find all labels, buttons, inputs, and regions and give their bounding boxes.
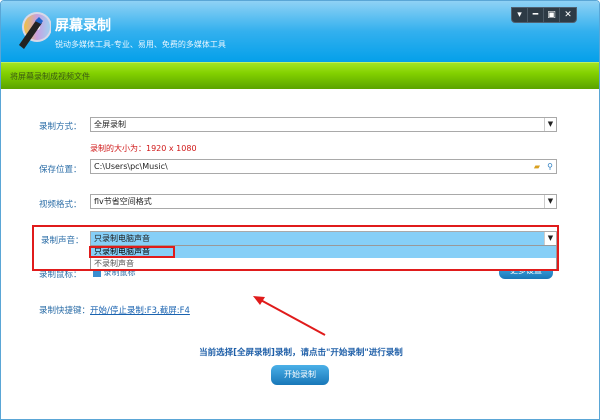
- header: 屏幕录制 锐动多媒体工具-专业、易用、免费的多媒体工具 ▾ ━ ▣ ✕: [1, 1, 599, 62]
- window-controls: ▾ ━ ▣ ✕: [511, 7, 577, 23]
- hotkey-label-text: 录制快捷键：: [39, 306, 91, 316]
- mode-select[interactable]: 全屏录制 ▼: [90, 117, 557, 132]
- format-label: 视频格式：: [39, 200, 82, 210]
- chevron-down-icon[interactable]: ▼: [544, 118, 556, 131]
- section-title: 将屏幕录制成视频文件: [10, 72, 90, 81]
- menu-icon[interactable]: ▾: [512, 8, 528, 22]
- start-record-button[interactable]: 开始录制: [271, 365, 329, 385]
- app-window: 屏幕录制 锐动多媒体工具-专业、易用、免费的多媒体工具 ▾ ━ ▣ ✕ 将屏幕录…: [0, 0, 600, 420]
- hotkey-link[interactable]: 开始/停止录制:F3,截屏:F4: [90, 306, 190, 316]
- mode-value: 全屏录制: [94, 120, 126, 129]
- mode-label: 录制方式：: [39, 122, 82, 132]
- folder-icon[interactable]: ▰: [534, 160, 540, 173]
- status-text: 当前选择[全屏录制]录制，请点击"开始录制"进行录制: [199, 348, 403, 358]
- save-path-input[interactable]: C:\Users\pc\Music\ ▰ ⚲: [90, 159, 557, 174]
- minimize-icon[interactable]: ━: [528, 8, 544, 22]
- maximize-icon[interactable]: ▣: [544, 8, 560, 22]
- hotkey-label: 录制快捷键：开始/停止录制:F3,截屏:F4: [39, 304, 190, 316]
- format-select[interactable]: flv节省空间格式 ▼: [90, 194, 557, 209]
- format-value: flv节省空间格式: [94, 197, 152, 206]
- arrow-annotation: [253, 296, 326, 336]
- save-path-value: C:\Users\pc\Music\: [94, 162, 168, 171]
- chevron-down-icon[interactable]: ▼: [544, 195, 556, 208]
- search-icon[interactable]: ⚲: [547, 160, 553, 173]
- section-bar: 将屏幕录制成视频文件: [1, 62, 599, 89]
- highlight-box: [89, 246, 175, 258]
- size-note: 录制的大小为：1920 x 1080: [90, 144, 197, 153]
- cd-pen-icon: [19, 12, 51, 49]
- close-icon[interactable]: ✕: [560, 8, 576, 22]
- app-subtitle: 锐动多媒体工具-专业、易用、免费的多媒体工具: [55, 40, 226, 49]
- save-label: 保存位置：: [39, 165, 82, 175]
- app-title: 屏幕录制: [55, 18, 111, 34]
